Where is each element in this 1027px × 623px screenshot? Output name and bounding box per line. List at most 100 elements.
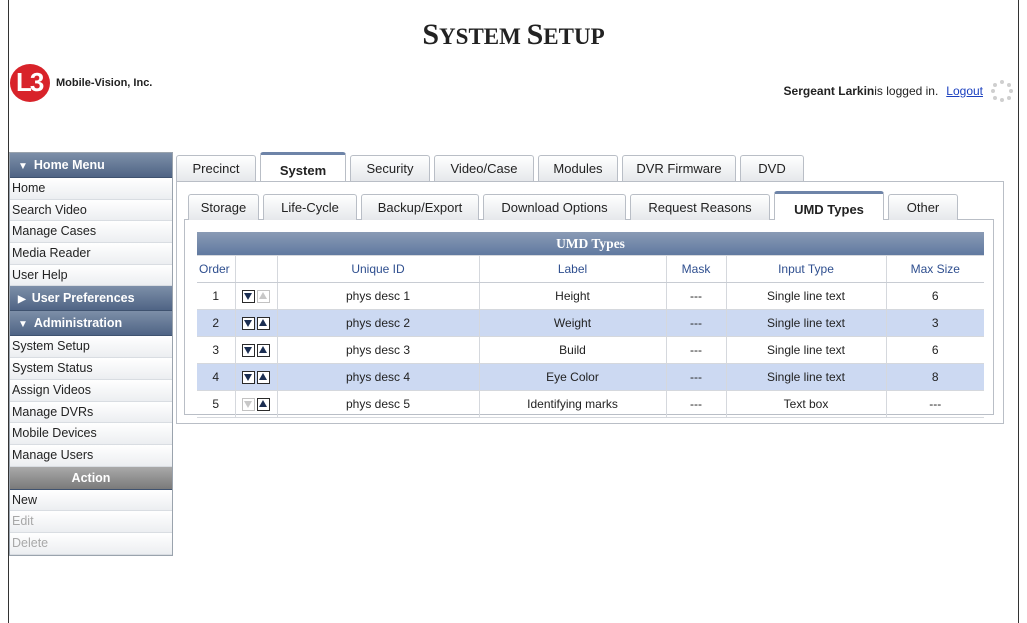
home-menu-header[interactable]: ▼ Home Menu — [10, 153, 172, 178]
table-row[interactable]: 3 phys desc 3 Build --- Single line text 6 — [197, 336, 985, 364]
move-down-icon — [242, 398, 255, 412]
subtab-backup-export[interactable]: Backup/Export — [361, 194, 479, 220]
company-name: Mobile-Vision, Inc. — [56, 77, 153, 89]
table-header-row: Order Unique ID Label Mask Input Type Ma… — [197, 255, 985, 283]
max-size-cell: 6 — [886, 336, 985, 364]
mask-cell: --- — [666, 363, 727, 391]
subtab-other[interactable]: Other — [888, 194, 958, 220]
input-type-cell: Single line text — [726, 363, 887, 391]
sidebar-item-user-help[interactable]: User Help — [10, 264, 172, 287]
sidebar-item-manage-dvrs[interactable]: Manage DVRs — [10, 401, 172, 424]
main-tab-bar: Precinct System Security Video/Case Modules D… — [176, 152, 808, 181]
sidebar-item-manage-cases[interactable]: Manage Cases — [10, 221, 172, 244]
order-cell: 4 — [197, 363, 236, 391]
label-cell: Build — [479, 336, 667, 364]
tab-dvd[interactable]: DVD — [740, 155, 804, 181]
login-status-text: is logged in. — [874, 84, 939, 98]
mask-cell: --- — [666, 282, 727, 310]
move-up-icon — [257, 290, 270, 304]
mask-cell: --- — [666, 390, 727, 418]
sidebar-item-assign-videos[interactable]: Assign Videos — [10, 379, 172, 402]
table-row[interactable]: 5 phys desc 5 Identifying marks --- Text box… — [197, 390, 985, 418]
tab-video-case[interactable]: Video/Case — [434, 155, 534, 181]
page-title: SYSTEM SETUP — [422, 18, 605, 51]
action-header: Action — [10, 466, 172, 490]
max-size-cell: 8 — [886, 363, 985, 391]
logout-link[interactable]: Logout — [946, 84, 983, 98]
umd-types-table: UMD Types Order Unique ID Label Mask Inp… — [197, 232, 985, 418]
table-row[interactable]: 4 phys desc 4 Eye Color --- Single line text… — [197, 363, 985, 391]
label-cell: Height — [479, 282, 667, 310]
col-unique-id: Unique ID — [277, 255, 480, 283]
label-cell: Eye Color — [479, 363, 667, 391]
sidebar-item-system-status[interactable]: System Status — [10, 358, 172, 380]
max-size-cell: 3 — [886, 309, 985, 337]
move-cell — [235, 336, 278, 364]
input-type-cell: Text box — [726, 390, 887, 418]
move-down-icon[interactable] — [242, 344, 255, 358]
tab-system[interactable]: System — [260, 152, 346, 181]
tab-dvr-firmware[interactable]: DVR Firmware — [622, 155, 736, 181]
subtab-umd-types[interactable]: UMD Types — [774, 191, 884, 220]
sidebar-item-system-setup[interactable]: System Setup — [10, 336, 172, 359]
l3-logo-icon: L3 — [10, 64, 50, 102]
unique-id-cell: phys desc 2 — [277, 309, 480, 337]
login-status: Sergeant Larkin is logged in. Logout — [784, 80, 1013, 102]
order-cell: 3 — [197, 336, 236, 364]
unique-id-cell: phys desc 4 — [277, 363, 480, 391]
label-cell: Weight — [479, 309, 667, 337]
subtab-request-reasons[interactable]: Request Reasons — [630, 194, 770, 220]
tab-security[interactable]: Security — [350, 155, 430, 181]
col-order: Order — [197, 255, 236, 283]
col-move — [235, 255, 278, 283]
move-cell — [235, 390, 278, 418]
sidebar-item-mobile-devices[interactable]: Mobile Devices — [10, 423, 172, 445]
move-up-icon[interactable] — [257, 344, 270, 358]
order-cell: 5 — [197, 390, 236, 418]
expand-triangle-icon: ▶ — [18, 294, 26, 306]
administration-header[interactable]: ▼ Administration — [10, 311, 172, 337]
table-title: UMD Types — [197, 232, 985, 256]
move-up-icon[interactable] — [257, 398, 270, 412]
subtab-download-options[interactable]: Download Options — [483, 194, 626, 220]
unique-id-cell: phys desc 1 — [277, 282, 480, 310]
subtab-storage[interactable]: Storage — [188, 194, 259, 220]
col-max-size: Max Size — [886, 255, 985, 283]
sidebar-item-home[interactable]: Home — [10, 178, 172, 200]
col-mask: Mask — [666, 255, 727, 283]
move-up-icon[interactable] — [257, 371, 270, 385]
sidebar-item-new[interactable]: New — [10, 489, 172, 512]
tab-modules[interactable]: Modules — [538, 155, 618, 181]
home-menu-items: Home Search Video Manage Cases Media Reader… — [10, 178, 172, 287]
sidebar-item-edit[interactable]: Edit — [10, 511, 172, 533]
administration-items: System Setup System Status Assign Videos Ma… — [10, 336, 172, 467]
mask-cell: --- — [666, 309, 727, 337]
move-down-icon[interactable] — [242, 371, 255, 385]
input-type-cell: Single line text — [726, 309, 887, 337]
table-row[interactable]: 1 phys desc 1 Height --- Single line text 6 — [197, 282, 985, 310]
collapse-triangle-icon: ▼ — [18, 319, 28, 331]
input-type-cell: Single line text — [726, 282, 887, 310]
mask-cell: --- — [666, 336, 727, 364]
user-preferences-header[interactable]: ▶ User Preferences — [10, 286, 172, 312]
max-size-cell: 6 — [886, 282, 985, 310]
sidebar-item-manage-users[interactable]: Manage Users — [10, 444, 172, 467]
sidebar: ▼ Home Menu Home Search Video Manage Cases M… — [9, 152, 173, 556]
col-label: Label — [479, 255, 667, 283]
move-up-icon[interactable] — [257, 317, 270, 331]
action-items: New Edit Delete — [10, 489, 172, 555]
table-row[interactable]: 2 phys desc 2 Weight --- Single line text 3 — [197, 309, 985, 337]
tab-precinct[interactable]: Precinct — [176, 155, 256, 181]
move-down-icon[interactable] — [242, 317, 255, 331]
col-input-type: Input Type — [726, 255, 887, 283]
subtab-life-cycle[interactable]: Life-Cycle — [263, 194, 357, 220]
order-cell: 1 — [197, 282, 236, 310]
sub-tab-bar: Storage Life-Cycle Backup/Export Download O… — [188, 191, 962, 220]
sidebar-item-search-video[interactable]: Search Video — [10, 199, 172, 222]
unique-id-cell: phys desc 5 — [277, 390, 480, 418]
move-cell — [235, 363, 278, 391]
sidebar-item-delete[interactable]: Delete — [10, 532, 172, 555]
sidebar-item-media-reader[interactable]: Media Reader — [10, 243, 172, 265]
order-cell: 2 — [197, 309, 236, 337]
move-down-icon[interactable] — [242, 290, 255, 304]
